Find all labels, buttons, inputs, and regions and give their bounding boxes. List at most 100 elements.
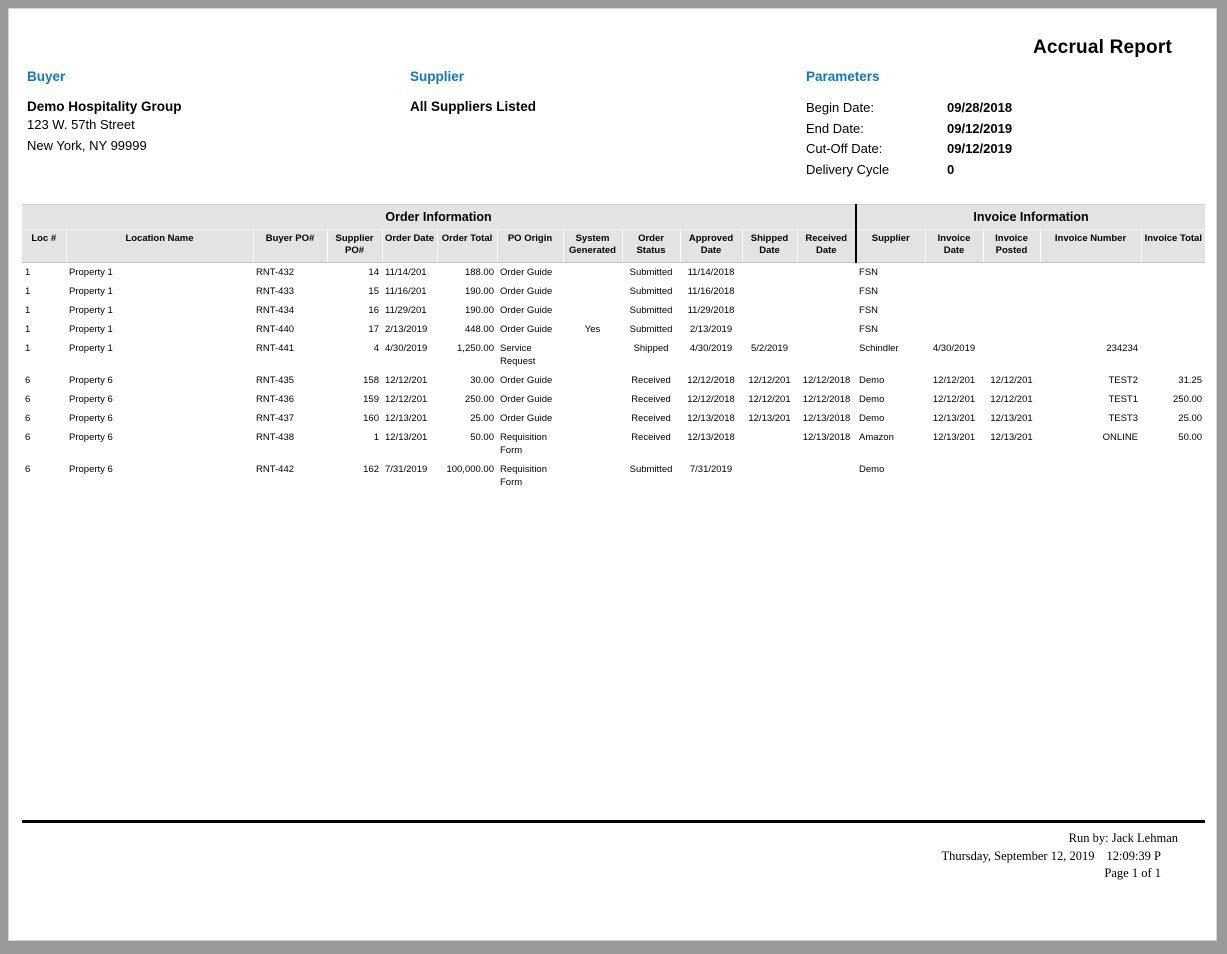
- table-cell: Property 1: [66, 320, 253, 339]
- table-cell: Service Request: [497, 339, 563, 371]
- table-cell: 6: [22, 390, 66, 409]
- table-row: 1Property 1RNT-440172/13/2019448.00Order…: [22, 320, 1205, 339]
- table-cell: Received: [622, 371, 680, 390]
- column-header: Order Date: [382, 230, 437, 263]
- table-cell: TEST1: [1040, 390, 1141, 409]
- table-cell: [925, 301, 983, 320]
- table-cell: [983, 263, 1040, 283]
- table-cell: 162: [327, 460, 382, 492]
- table-cell: 11/16/201: [382, 282, 437, 301]
- table-cell: [1141, 339, 1205, 371]
- table-cell: Property 6: [66, 428, 253, 460]
- table-cell: [797, 460, 856, 492]
- report-table-container: Order InformationInvoice InformationLoc …: [22, 204, 1205, 492]
- table-cell: 12/12/201: [382, 371, 437, 390]
- column-header: Invoice Posted: [983, 230, 1040, 263]
- parameter-value: 09/12/2019: [947, 139, 1012, 160]
- parameter-end-date: End Date: 09/12/2019: [806, 119, 1012, 140]
- table-cell: Order Guide: [497, 371, 563, 390]
- column-header: Order Total: [437, 230, 497, 263]
- table-cell: [983, 339, 1040, 371]
- table-cell: [742, 320, 797, 339]
- table-cell: Property 6: [66, 371, 253, 390]
- table-cell: [925, 320, 983, 339]
- table-cell: Demo: [856, 390, 925, 409]
- table-row: 6Property 6RNT-43615912/12/201250.00Orde…: [22, 390, 1205, 409]
- table-cell: 16: [327, 301, 382, 320]
- parameter-label: End Date:: [806, 119, 947, 140]
- table-cell: Order Guide: [497, 390, 563, 409]
- table-cell: 234234: [1040, 339, 1141, 371]
- table-cell: [563, 371, 622, 390]
- table-cell: 12/12/2018: [797, 371, 856, 390]
- buyer-address-line-1: 123 W. 57th Street: [27, 114, 182, 135]
- table-cell: 1,250.00: [437, 339, 497, 371]
- table-cell: 2/13/2019: [680, 320, 742, 339]
- table-cell: RNT-442: [253, 460, 327, 492]
- buyer-section: Buyer Demo Hospitality Group 123 W. 57th…: [27, 69, 182, 156]
- table-cell: 30.00: [437, 371, 497, 390]
- table-cell: Property 1: [66, 339, 253, 371]
- table-cell: 1: [22, 263, 66, 283]
- parameters-section-label: Parameters: [806, 69, 1012, 84]
- table-cell: [983, 460, 1040, 492]
- table-cell: [925, 263, 983, 283]
- table-cell: RNT-433: [253, 282, 327, 301]
- group-header-invoice-information: Invoice Information: [856, 205, 1205, 230]
- supplier-section-label: Supplier: [410, 69, 536, 84]
- table-cell: 1: [22, 320, 66, 339]
- table-cell: FSN: [856, 320, 925, 339]
- table-cell: TEST3: [1040, 409, 1141, 428]
- table-cell: Order Guide: [497, 320, 563, 339]
- table-cell: [1040, 263, 1141, 283]
- table-cell: 5/2/2019: [742, 339, 797, 371]
- supplier-section: Supplier All Suppliers Listed: [410, 69, 536, 114]
- table-cell: 12/12/2018: [680, 371, 742, 390]
- table-cell: 11/14/201: [382, 263, 437, 283]
- table-cell: 4/30/2019: [382, 339, 437, 371]
- table-row: 6Property 6RNT-438112/13/20150.00Requisi…: [22, 428, 1205, 460]
- column-header: Loc #: [22, 230, 66, 263]
- footer-datetime: Thursday, September 12, 201912:09:39 P: [941, 848, 1178, 866]
- table-cell: [925, 282, 983, 301]
- table-cell: Submitted: [622, 263, 680, 283]
- table-cell: 1: [22, 339, 66, 371]
- column-header: PO Origin: [497, 230, 563, 263]
- table-cell: 12/13/201: [382, 409, 437, 428]
- parameter-value: 09/28/2018: [947, 98, 1012, 119]
- table-cell: Amazon: [856, 428, 925, 460]
- table-row: 6Property 6RNT-43716012/13/20125.00Order…: [22, 409, 1205, 428]
- table-cell: Requisition Form: [497, 428, 563, 460]
- table-cell: 1: [327, 428, 382, 460]
- column-header: Supplier PO#: [327, 230, 382, 263]
- footer-page-number: Page 1 of 1: [941, 865, 1178, 883]
- table-cell: 12/12/201: [742, 390, 797, 409]
- table-cell: 6: [22, 428, 66, 460]
- table-body: 1Property 1RNT-4321411/14/201188.00Order…: [22, 263, 1205, 493]
- report-page: Accrual Report Buyer Demo Hospitality Gr…: [8, 8, 1217, 941]
- table-cell: 448.00: [437, 320, 497, 339]
- table-row: 1Property 1RNT-44144/30/20191,250.00Serv…: [22, 339, 1205, 371]
- table-cell: [563, 460, 622, 492]
- table-cell: [742, 282, 797, 301]
- table-cell: [1141, 320, 1205, 339]
- table-cell: 250.00: [437, 390, 497, 409]
- table-cell: 100,000.00: [437, 460, 497, 492]
- table-header: Order InformationInvoice InformationLoc …: [22, 205, 1205, 263]
- table-cell: Submitted: [622, 282, 680, 301]
- table-cell: 4: [327, 339, 382, 371]
- table-cell: [563, 301, 622, 320]
- table-cell: 14: [327, 263, 382, 283]
- table-cell: 188.00: [437, 263, 497, 283]
- column-header: Received Date: [797, 230, 856, 263]
- table-cell: [797, 320, 856, 339]
- table-cell: 190.00: [437, 301, 497, 320]
- table-cell: 12/13/201: [983, 409, 1040, 428]
- table-cell: 50.00: [1141, 428, 1205, 460]
- table-cell: Requisition Form: [497, 460, 563, 492]
- table-cell: ONLINE: [1040, 428, 1141, 460]
- table-cell: [1141, 282, 1205, 301]
- table-cell: [742, 428, 797, 460]
- table-cell: 12/13/2018: [680, 409, 742, 428]
- buyer-section-label: Buyer: [27, 69, 182, 84]
